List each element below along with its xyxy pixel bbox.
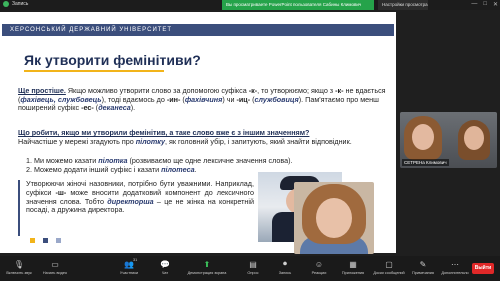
view-settings-button[interactable]: Настройки просмотра (378, 0, 428, 10)
whiteboard-icon: ▢ (385, 259, 393, 269)
participant-face-2 (464, 126, 484, 150)
poll-label: Опрос (247, 271, 259, 275)
suffix-ic: -иц- (236, 94, 251, 104)
para1-text-f: ) чи (222, 94, 237, 104)
slide-paragraph-2: Що робити, якщо ми утворили фемінітив, а… (18, 128, 394, 146)
decor-square (43, 238, 48, 243)
participant-video-tile[interactable]: СЕТРЕНа Климович (400, 112, 497, 168)
slide-paragraph-1: Ще простіше. Якщо можливо утворити слово… (18, 86, 394, 113)
para1-text-j: ). (130, 103, 136, 113)
notes-label: Примечания (412, 271, 434, 275)
recording-indicator[interactable]: Запись (3, 1, 28, 7)
more-icon: ⋯ (451, 259, 459, 269)
share-label: Демонстрация экрана (187, 271, 227, 275)
participant-face (412, 124, 434, 150)
suffix-in: -ин- (166, 94, 181, 104)
video-off-icon: ▭ (51, 259, 59, 269)
window-controls: — □ ✕ (471, 1, 498, 8)
reactions-icon: ☺ (314, 259, 324, 269)
list1-example: пілотка (98, 156, 128, 165)
apps-icon: ▦ (349, 259, 357, 269)
share-screen-icon: ⬆ (203, 259, 211, 269)
window-titlebar: Запись Вы просматриваете PowerPoint поль… (0, 0, 500, 10)
close-icon[interactable]: ✕ (493, 1, 498, 8)
decor-square (30, 238, 35, 243)
share-screen-button[interactable]: ⬆ Демонстрация экрана (187, 259, 227, 276)
example-4: деканеса (98, 103, 131, 113)
list2-example: пілотеса (161, 165, 195, 174)
record-label: Запись (278, 271, 292, 275)
example-3: службовиця (254, 94, 299, 104)
minimize-icon[interactable]: — (471, 1, 477, 8)
record-dot-icon (3, 1, 9, 7)
share-banner: Вы просматриваете PowerPoint пользовател… (222, 0, 374, 10)
recording-label: Запись (12, 1, 29, 7)
decor-square (56, 238, 61, 243)
note-box: Утворюючи жіночі назовники, потрібно бут… (18, 179, 254, 236)
title-underline (24, 70, 164, 72)
reactions-button[interactable]: ☺ Реакции (302, 259, 336, 276)
more-button[interactable]: ⋯ Дополнительно (438, 259, 472, 276)
whiteboards-label: Доски сообщений (373, 271, 405, 275)
maximize-icon[interactable]: □ (483, 1, 487, 8)
poll-button[interactable]: ▤ Опрос (236, 259, 270, 276)
list-item-2: 2. Можемо додати інший суфікс і казати п… (26, 165, 402, 175)
notes-icon: ✎ (419, 259, 427, 269)
participants-count: 31 (133, 258, 138, 262)
presenter-camera-overlay (294, 182, 374, 254)
mute-button[interactable]: 🎙 Включить звук (2, 259, 36, 276)
leave-meeting-button[interactable]: Выйти (472, 263, 494, 274)
slide-title: Як утворити фемінітиви? (24, 52, 201, 68)
list1-text-b: (розвиваємо ще одне лексичне значення сл… (127, 156, 293, 165)
suffix-es: -ес- (81, 103, 94, 113)
suffix-sh: -ш- (55, 187, 67, 197)
record-button[interactable]: ⏺ Запись (268, 259, 302, 275)
list2-text-a: 2. Можемо додати інший суфікс і казати (26, 165, 162, 174)
poll-icon: ▤ (249, 259, 257, 269)
notes-button[interactable]: ✎ Примечания (406, 259, 440, 276)
video-button[interactable]: ▭ Начать видео (38, 259, 72, 276)
university-banner: ХЕРСОНСЬКИЙ ДЕРЖАВНИЙ УНІВЕРСИТЕТ (2, 24, 394, 36)
chat-button[interactable]: 💬 Чат (148, 259, 182, 276)
reactions-label: Реакции (311, 271, 327, 275)
para2-text-b: , як головний убір, і запитують, який зн… (165, 136, 352, 146)
note-example: директорша (107, 196, 154, 206)
video-label: Начать видео (42, 271, 68, 275)
participants-label: Участники (119, 271, 139, 275)
chat-icon: 💬 (160, 259, 170, 269)
presenter-face (316, 198, 352, 238)
mic-muted-icon: 🎙 (13, 259, 25, 269)
para2-text-a: Найчастіше у мережі згадують про (18, 136, 136, 146)
record-icon: ⏺ (283, 259, 287, 268)
list1-text-a: 1. Ми можемо казати (26, 156, 99, 165)
participants-button[interactable]: 👥 31 Участники (112, 258, 146, 275)
meeting-toolbar: 🎙 Включить звук ▭ Начать видео 👥 31 Учас… (0, 256, 500, 281)
whiteboards-button[interactable]: ▢ Доски сообщений (372, 259, 406, 276)
apps-button[interactable]: ▦ Приложения (336, 259, 370, 276)
mute-label: Включить звук (6, 271, 32, 275)
more-label: Дополнительно (441, 271, 469, 275)
apps-label: Приложения (341, 271, 365, 275)
example-2: фахівчиня (184, 94, 223, 104)
chat-label: Чат (161, 271, 169, 275)
list2-text-b: . (194, 165, 197, 174)
participant-name: СЕТРЕНа Климович (402, 159, 449, 166)
para2-example: пілотку (135, 136, 166, 146)
decor-bullets (30, 238, 61, 243)
